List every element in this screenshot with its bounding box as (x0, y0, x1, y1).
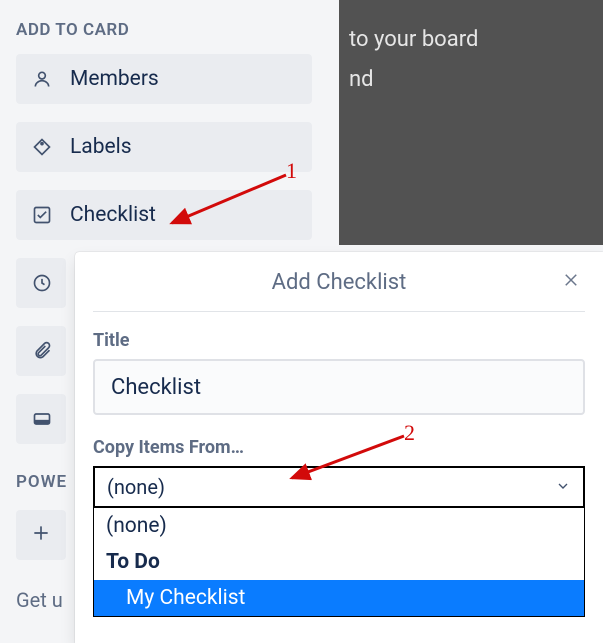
tag-icon (30, 135, 54, 159)
sidebar-item-attachment[interactable] (16, 326, 66, 376)
select-value: (none) (107, 475, 165, 499)
close-icon[interactable] (557, 266, 585, 294)
add-checklist-popup: Add Checklist Title Copy Items From… (no… (75, 252, 603, 643)
sidebar-item-cover[interactable] (16, 394, 66, 444)
check-square-icon (30, 203, 54, 227)
copy-items-select[interactable]: (none) (93, 466, 585, 508)
card-icon (30, 407, 54, 431)
clock-icon (30, 271, 54, 295)
person-icon (30, 67, 54, 91)
plus-icon (31, 520, 51, 550)
copy-items-dropdown: (none) To Do My Checklist (93, 508, 585, 617)
dropdown-option-todo[interactable]: To Do (94, 544, 584, 580)
sidebar-item-dates[interactable] (16, 258, 66, 308)
sidebar-item-label: Members (70, 67, 159, 91)
popup-header: Add Checklist (93, 270, 585, 312)
backdrop-line-1: to your board (349, 20, 593, 60)
checklist-title-input[interactable] (93, 359, 585, 415)
attachment-icon (30, 339, 54, 363)
add-to-card-heading: ADD TO CARD (16, 20, 323, 40)
dropdown-option-none[interactable]: (none) (94, 508, 584, 544)
sidebar-item-labels[interactable]: Labels (16, 122, 312, 172)
popup-title: Add Checklist (272, 270, 407, 295)
chevron-down-icon (555, 475, 571, 499)
sidebar-item-checklist[interactable]: Checklist (16, 190, 312, 240)
sidebar-item-label: Checklist (70, 203, 156, 227)
dropdown-option-my-checklist[interactable]: My Checklist (94, 580, 584, 616)
backdrop-line-2: nd (349, 60, 593, 100)
add-power-up-button[interactable] (16, 510, 66, 560)
backdrop-text: to your board nd (339, 0, 603, 245)
title-field-label: Title (93, 330, 585, 351)
copy-from-label: Copy Items From… (93, 437, 585, 458)
sidebar-item-label: Labels (70, 135, 132, 159)
sidebar-item-members[interactable]: Members (16, 54, 312, 104)
